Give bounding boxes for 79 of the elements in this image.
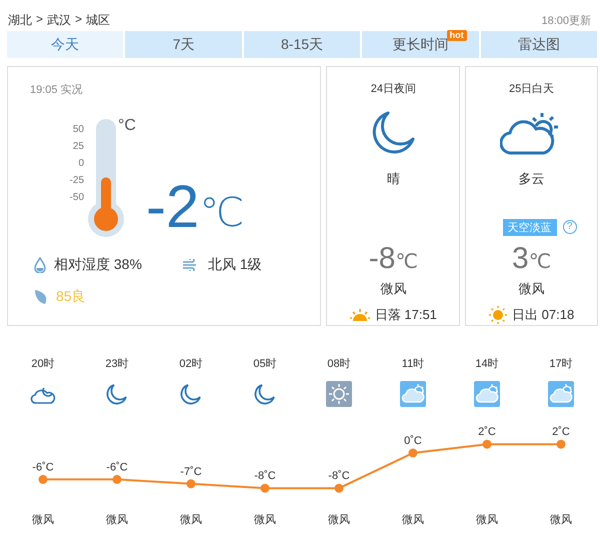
wind-label: 微风: [254, 513, 276, 527]
temperature-unit: ℃: [199, 193, 244, 233]
hour-label: 05时: [253, 357, 277, 371]
moon-icon: [370, 110, 416, 156]
humidity: 相对湿度 38%: [54, 256, 143, 274]
hot-badge: hot: [446, 30, 467, 41]
hour-label: 11时: [402, 357, 424, 371]
temperature-point: [260, 484, 270, 493]
hour-label: 08时: [327, 357, 351, 371]
forecast-temperature: 3: [512, 242, 529, 276]
temperature-label: 0˚C: [404, 435, 422, 447]
tab[interactable]: 今天: [7, 31, 124, 58]
breadcrumb-separator: >: [36, 12, 44, 28]
hour-label: 17时: [549, 357, 573, 371]
temperature-point: [38, 474, 48, 484]
scale-label: 0: [78, 158, 84, 171]
wind-label: 微风: [32, 513, 54, 527]
moon-icon: [106, 383, 128, 405]
sun-time: 日落 17:51: [374, 306, 437, 324]
scale-label: -50: [70, 192, 84, 205]
temperature-point: [334, 484, 344, 493]
hour-label: 02时: [179, 357, 203, 371]
current-temperature: -2: [146, 177, 200, 237]
moon-icon: [180, 383, 202, 405]
wind: 微风: [380, 280, 406, 298]
hour-label: 20时: [31, 357, 55, 371]
sun-icon: [326, 381, 352, 407]
hour-label: 14时: [475, 357, 499, 371]
temperature-point: [408, 448, 418, 458]
wind: 北风 1级: [208, 256, 262, 274]
scale-label: 25: [72, 141, 84, 154]
forecast-temperature: -8: [368, 242, 396, 276]
breadcrumb-link[interactable]: 武汉: [47, 12, 72, 28]
tab[interactable]: 雷达图: [480, 31, 598, 58]
wind-label: 微风: [180, 513, 202, 527]
breadcrumb-separator: >: [75, 12, 82, 28]
temperature-label: -8˚C: [328, 470, 350, 482]
sun-icon: [489, 306, 508, 324]
temperature-label: -7˚C: [180, 466, 202, 478]
scale-unit: °C: [118, 117, 136, 135]
wind-label: 微风: [476, 513, 498, 527]
scale-label: -25: [70, 175, 84, 188]
leaf-icon: [34, 289, 48, 305]
temperature-unit: ℃: [395, 250, 418, 274]
wind-label: 微风: [328, 513, 350, 527]
period-title: 24日夜间: [370, 82, 416, 96]
temperature-unit: ℃: [528, 250, 552, 274]
wind-label: 微风: [550, 513, 572, 527]
hour-label: 23时: [105, 357, 129, 371]
tab[interactable]: 7天: [125, 31, 242, 58]
water-drop-icon: [34, 257, 46, 273]
weather-condition: 晴: [386, 170, 400, 188]
breadcrumb-link[interactable]: 城区: [86, 12, 110, 28]
tab[interactable]: 8-15天: [244, 31, 360, 58]
temperature-point: [556, 440, 566, 449]
period-title: 25日白天: [508, 82, 554, 96]
wind-label: 微风: [106, 513, 128, 527]
scale-label: 50: [72, 124, 84, 137]
wind-label: 微风: [402, 513, 424, 527]
cloud-sun-icon: [400, 381, 426, 407]
sky-color-badge: 天空淡蓝: [502, 218, 557, 236]
temperature-label: 2˚C: [478, 426, 496, 438]
sun-time: 日出 07:18: [512, 306, 574, 324]
sunset-icon: [350, 308, 370, 322]
temperature-label: 2˚C: [552, 426, 570, 438]
breadcrumb-link[interactable]: 湖北: [8, 12, 32, 28]
temperature-point: [482, 440, 492, 449]
temperature-label: -6˚C: [32, 461, 54, 474]
observation-time: 19:05 实况: [30, 82, 83, 97]
temperature-point: [186, 479, 196, 488]
cloud-sun-icon: [548, 381, 574, 407]
temperature-label: -6˚C: [106, 461, 128, 474]
temperature-label: -8˚C: [254, 470, 276, 482]
cloud-sun-icon: [474, 381, 500, 407]
weather-condition: 多云: [518, 170, 545, 188]
temperature-point: [112, 474, 122, 484]
wind: 微风: [518, 280, 545, 298]
moon-icon: [254, 383, 276, 405]
update-time: 18:00更新: [541, 14, 591, 28]
